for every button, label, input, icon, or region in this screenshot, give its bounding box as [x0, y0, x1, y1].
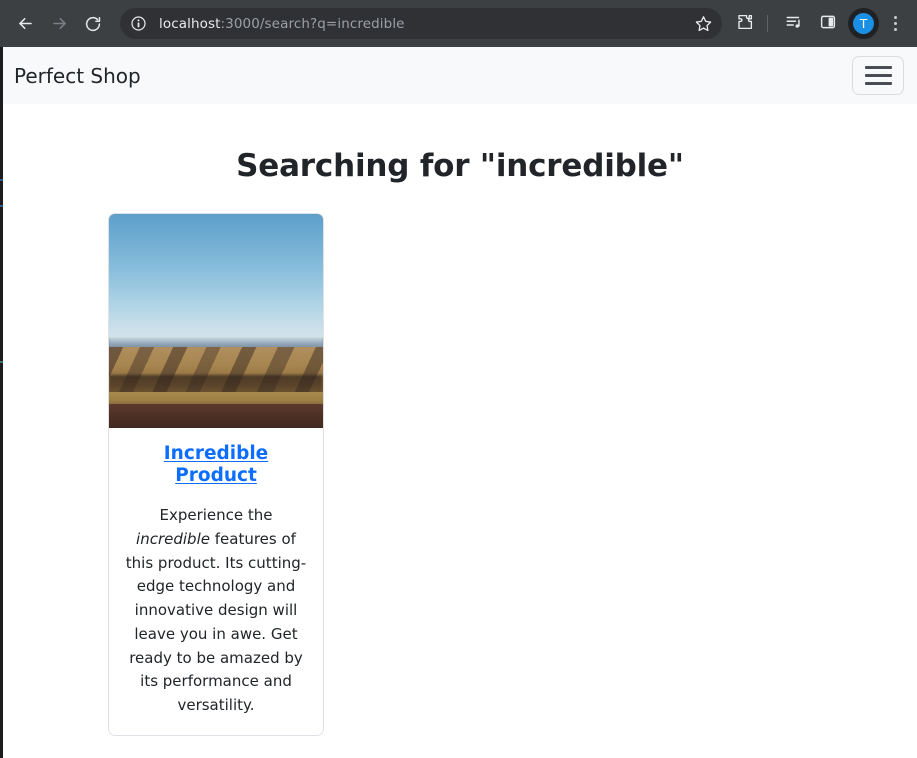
navbar-toggle-button[interactable]	[852, 56, 904, 95]
brand-title[interactable]: Perfect Shop	[14, 66, 141, 86]
hamburger-bar	[864, 82, 892, 85]
reload-icon	[84, 15, 102, 33]
address-bar[interactable]: localhost:3000/search?q=incredible	[120, 8, 722, 39]
puzzle-piece-icon	[736, 13, 754, 35]
toolbar-divider	[767, 15, 768, 32]
hamburger-bar	[864, 66, 892, 69]
page-title: Searching for "incredible"	[236, 148, 684, 184]
foreground-field-layer	[109, 404, 323, 428]
window-left-edge	[0, 47, 3, 758]
dot	[893, 28, 897, 31]
avatar: T	[853, 13, 874, 34]
back-button[interactable]	[8, 7, 42, 41]
product-card-body: Incredible Product Experience the incred…	[109, 428, 323, 735]
browser-toolbar: localhost:3000/search?q=incredible T	[0, 0, 917, 47]
site-navbar: Perfect Shop	[3, 47, 917, 104]
forward-button[interactable]	[42, 7, 76, 41]
search-results-list: Incredible Product Experience the incred…	[3, 213, 917, 736]
forward-arrow-icon	[50, 14, 69, 33]
side-panel-icon	[819, 13, 837, 35]
site-info-circle-icon[interactable]	[128, 13, 149, 34]
star-icon[interactable]	[690, 11, 716, 37]
media-playlist-icon	[785, 13, 803, 35]
hamburger-bar	[864, 74, 892, 77]
edge-artifact	[0, 179, 3, 181]
product-image	[109, 214, 323, 428]
profile-button[interactable]: T	[848, 8, 879, 39]
url-text: localhost:3000/search?q=incredible	[159, 16, 690, 32]
back-arrow-icon	[16, 14, 35, 33]
dot	[893, 16, 897, 19]
url-path: :3000/search?q=incredible	[220, 15, 405, 32]
main-content: Searching for "incredible" Incredible Pr…	[3, 104, 917, 736]
product-card[interactable]: Incredible Product Experience the incred…	[108, 213, 324, 736]
extensions-button[interactable]	[730, 9, 760, 39]
three-dot-menu-icon[interactable]	[881, 9, 909, 39]
reload-button[interactable]	[76, 7, 110, 41]
product-description: Experience the incredible features of th…	[122, 504, 310, 717]
description-part: Experience the	[159, 506, 273, 525]
sky-layer	[109, 214, 323, 343]
product-title-link[interactable]: Incredible Product	[122, 443, 310, 487]
edge-artifact	[0, 205, 3, 207]
url-host: localhost	[159, 15, 221, 32]
search-term-highlight: incredible	[136, 530, 210, 549]
dot	[893, 22, 897, 25]
side-panel-button[interactable]	[813, 9, 843, 39]
media-controls-button[interactable]	[779, 9, 809, 39]
edge-artifact	[0, 361, 3, 363]
description-part: features of this product. Its cutting-ed…	[125, 530, 307, 714]
page-viewport: Perfect Shop Searching for "incredible"	[3, 47, 917, 758]
